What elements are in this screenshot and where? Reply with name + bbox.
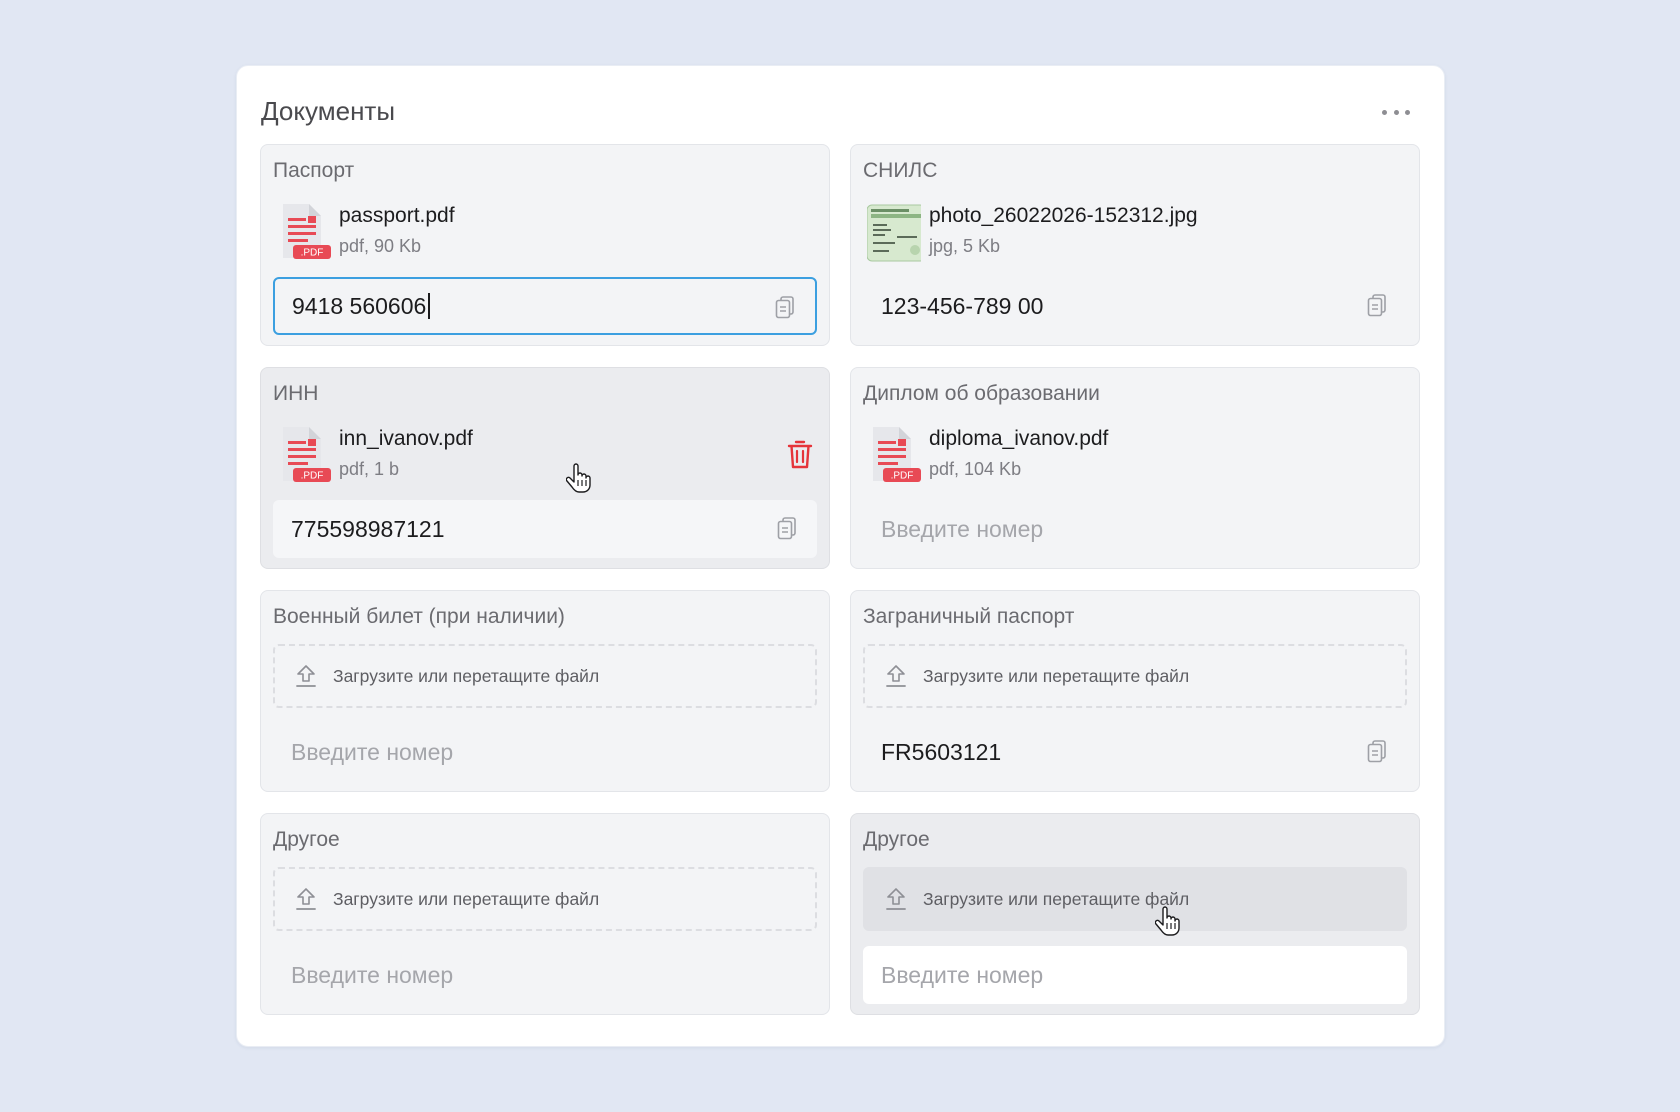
copy-icon[interactable] — [777, 517, 797, 541]
copy-icon[interactable] — [775, 296, 795, 320]
number-placeholder: Введите номер — [291, 961, 454, 988]
upload-icon — [886, 888, 906, 910]
upload-icon — [296, 665, 316, 687]
upload-dropzone[interactable]: Загрузите или перетащите файл — [273, 644, 817, 708]
text-caret — [428, 293, 431, 319]
file-name: passport.pdf — [339, 204, 455, 227]
upload-dropzone[interactable]: Загрузите или перетащите файл — [863, 867, 1407, 931]
image-thumbnail-icon — [867, 204, 921, 262]
trash-icon[interactable] — [787, 439, 813, 469]
military-id-number-input[interactable]: Введите номер — [273, 723, 817, 781]
document-card-other-2: Другое Загрузите или перетащите файл Вве… — [850, 813, 1420, 1015]
file-name: photo_26022026-152312.jpg — [929, 204, 1198, 227]
card-title: СНИЛС — [863, 159, 938, 182]
document-card-diploma: Диплом об образовании .PDF diploma_ivano… — [850, 367, 1420, 569]
number-placeholder: Введите номер — [291, 738, 454, 765]
upload-icon — [296, 888, 316, 910]
file-name: diploma_ivanov.pdf — [929, 427, 1109, 450]
number-value: 9418 560606 — [292, 292, 427, 319]
card-title: Заграничный паспорт — [863, 605, 1075, 628]
svg-text:.PDF: .PDF — [301, 471, 324, 482]
documents-panel: Документы Паспорт .PDF passport.pdf pdf,… — [236, 65, 1445, 1047]
number-value: 123-456-789 00 — [881, 292, 1044, 319]
upload-label: Загрузите или перетащите файл — [923, 665, 1190, 686]
number-value: 775598987121 — [291, 515, 445, 542]
upload-label: Загрузите или перетащите файл — [333, 888, 600, 909]
upload-icon — [886, 665, 906, 687]
upload-label: Загрузите или перетащите файл — [333, 665, 600, 686]
file-item[interactable]: .PDF inn_ivanov.pdf pdf, 1 b — [273, 423, 817, 489]
document-card-inn: ИНН .PDF inn_ivanov.pdf pdf, 1 b 7755989… — [260, 367, 830, 569]
card-title: Другое — [863, 828, 930, 851]
svg-text:.PDF: .PDF — [891, 471, 914, 482]
copy-icon[interactable] — [1367, 294, 1387, 318]
document-card-other-1: Другое Загрузите или перетащите файл Вве… — [260, 813, 830, 1015]
document-card-snils: СНИЛС photo_26022026-152312.jpg jpg, 5 K… — [850, 144, 1420, 346]
file-item[interactable]: .PDF passport.pdf pdf, 90 Kb — [273, 200, 817, 266]
file-meta: jpg, 5 Kb — [929, 236, 1001, 256]
more-icon — [1382, 109, 1387, 115]
foreign-passport-number-input[interactable]: FR5603121 — [863, 723, 1407, 781]
pdf-file-icon: .PDF — [283, 427, 331, 482]
document-card-passport: Паспорт .PDF passport.pdf pdf, 90 Kb 941… — [260, 144, 830, 346]
file-meta: pdf, 1 b — [339, 459, 400, 479]
file-meta: pdf, 90 Kb — [339, 236, 422, 256]
svg-text:.PDF: .PDF — [301, 248, 324, 259]
file-name: inn_ivanov.pdf — [339, 427, 473, 450]
other-number-input[interactable]: Введите номер — [863, 946, 1407, 1004]
number-value: FR5603121 — [881, 738, 1002, 765]
other-number-input[interactable]: Введите номер — [273, 946, 817, 1004]
card-title: Другое — [273, 828, 340, 851]
more-options-button[interactable] — [1382, 106, 1410, 118]
passport-number-input[interactable]: 9418 560606 — [273, 277, 817, 335]
card-title: ИНН — [273, 382, 319, 405]
file-meta: pdf, 104 Kb — [929, 459, 1022, 479]
inn-number-input[interactable]: 775598987121 — [273, 500, 817, 558]
upload-dropzone[interactable]: Загрузите или перетащите файл — [863, 644, 1407, 708]
copy-icon[interactable] — [1367, 740, 1387, 764]
document-card-military-id: Военный билет (при наличии) Загрузите ил… — [260, 590, 830, 792]
number-placeholder: Введите номер — [881, 961, 1044, 988]
snils-number-input[interactable]: 123-456-789 00 — [863, 277, 1407, 335]
pdf-file-icon: .PDF — [873, 427, 921, 482]
upload-dropzone[interactable]: Загрузите или перетащите файл — [273, 867, 817, 931]
pdf-file-icon: .PDF — [283, 204, 331, 259]
card-title: Диплом об образовании — [863, 382, 1100, 405]
diploma-number-input[interactable]: Введите номер — [863, 500, 1407, 558]
file-item[interactable]: .PDF diploma_ivanov.pdf pdf, 104 Kb — [863, 423, 1407, 489]
panel-title: Документы — [261, 96, 396, 126]
card-title: Военный билет (при наличии) — [273, 605, 565, 628]
file-item[interactable]: photo_26022026-152312.jpg jpg, 5 Kb — [863, 200, 1407, 266]
upload-label: Загрузите или перетащите файл — [923, 888, 1190, 909]
card-title: Паспорт — [273, 159, 355, 182]
number-placeholder: Введите номер — [881, 515, 1044, 542]
document-card-foreign-passport: Заграничный паспорт Загрузите или перета… — [850, 590, 1420, 792]
